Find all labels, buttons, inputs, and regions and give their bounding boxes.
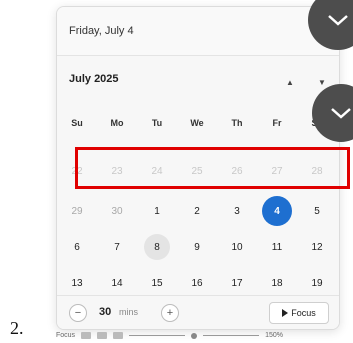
day-cell[interactable]: 13 [57,269,97,297]
weekday-th: Th [231,118,243,128]
month-label[interactable]: July 2025 [69,73,119,85]
focus-minutes-unit: mins [119,307,139,317]
day-cell[interactable]: 10 [217,233,257,261]
focus-button[interactable]: Focus [269,302,329,324]
view-icon[interactable] [113,332,124,339]
view-icon[interactable] [81,332,92,339]
weekday-we: We [190,118,204,128]
day-cell[interactable]: 1 [137,197,177,225]
day-cell[interactable]: 19 [297,269,337,297]
day-cell[interactable]: 14 [97,269,137,297]
zoom-slider-thumb[interactable] [191,332,198,339]
weekday-su: Su [71,118,83,128]
view-icon[interactable] [97,332,108,339]
zoom-level: 150% [265,332,283,339]
weekday-fr: Fr [272,118,282,128]
decrease-minutes-button[interactable]: − [69,304,87,322]
selected-date-header[interactable]: Friday, July 4 [57,7,339,56]
day-cell[interactable]: 16 [177,269,217,297]
day-cell[interactable]: 29 [57,197,97,225]
chevron-down-icon [331,108,351,119]
day-cell[interactable]: 12 [297,233,337,261]
weekday-header-row: Su Mo Tu We Th Fr Sa [57,115,339,131]
day-cell[interactable]: 9 [177,233,217,261]
increase-minutes-button[interactable]: + [161,304,179,322]
focus-button-label: Focus [291,308,316,318]
day-cell[interactable]: 5 [297,197,337,225]
zoom-slider-track[interactable] [129,335,186,336]
bottom-taskbar: Focus 150% [56,328,346,343]
previous-month-icon[interactable]: ▲ [277,69,303,95]
hover-marker: 8 [144,234,170,260]
day-cell[interactable]: 6 [57,233,97,261]
weekday-mo: Mo [110,118,124,128]
day-cell[interactable]: 15 [137,269,177,297]
focus-minutes-value: 30 [99,306,112,318]
day-cell[interactable]: 30 [97,197,137,225]
today-day-cell[interactable]: 4 [257,196,297,226]
weekday-tu: Tu [151,118,163,128]
month-navigation: July 2025 ▲ ▼ [57,59,339,99]
day-cell[interactable]: 11 [257,233,297,261]
play-icon [282,309,289,317]
day-cell[interactable]: 18 [257,269,297,297]
zoom-slider-track[interactable] [203,335,260,336]
day-cell[interactable]: 7 [97,233,137,261]
today-marker: 4 [262,196,292,226]
day-cell[interactable]: 2 [177,197,217,225]
taskbar-left-label[interactable]: Focus [56,332,75,339]
chevron-down-icon [328,15,348,26]
day-cell[interactable]: 3 [217,197,257,225]
step-number: 2. [10,318,24,338]
focus-session-bar: − 30 mins + Focus [57,295,339,329]
hovered-day-cell[interactable]: 8 [137,233,177,261]
day-cell[interactable]: 17 [217,269,257,297]
selected-date-text: Friday, July 4 [69,25,134,37]
highlighted-week-row [75,147,350,189]
